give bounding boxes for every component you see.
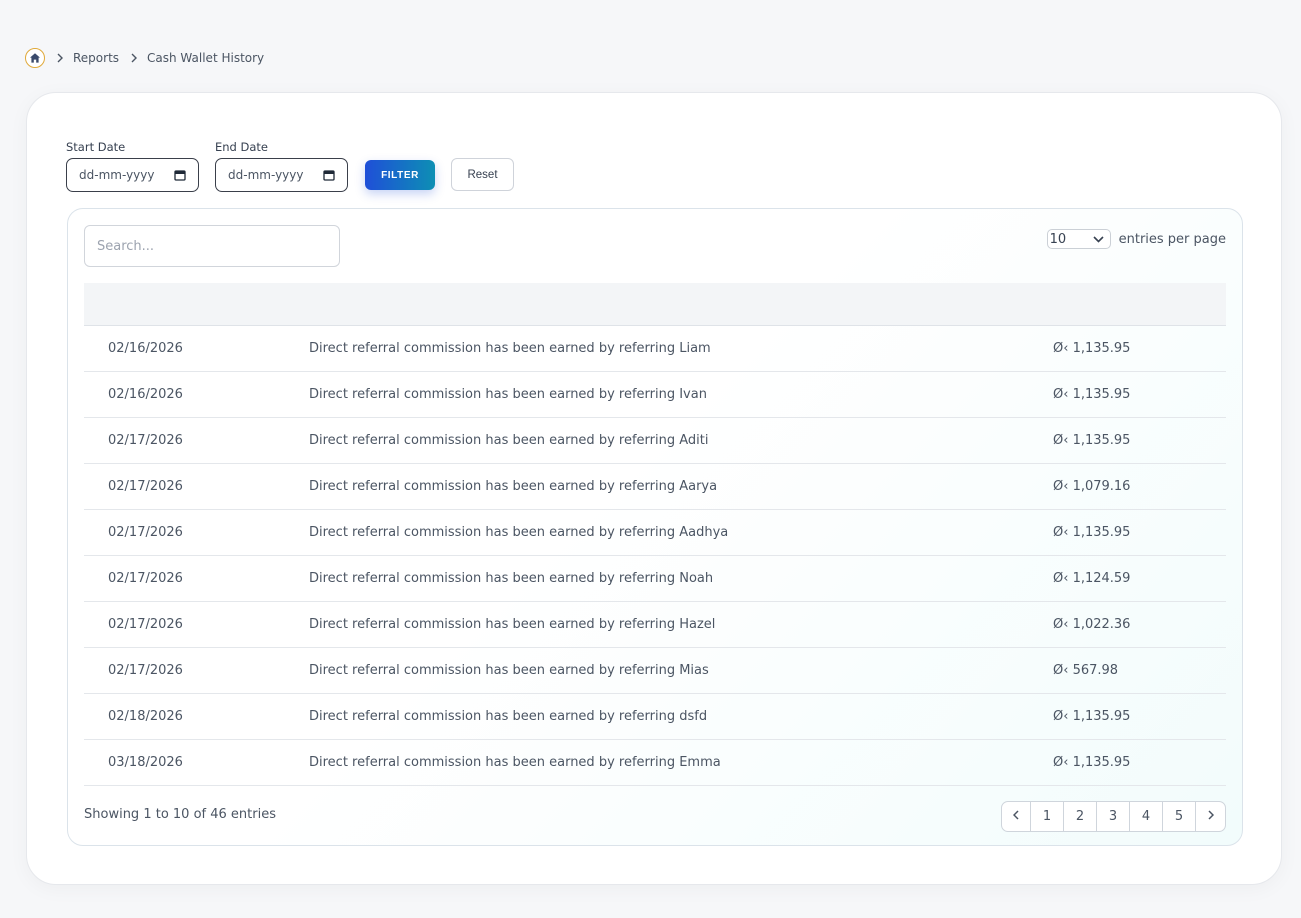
pagination-page-5[interactable]: 5 — [1163, 802, 1196, 831]
cell-amount: Ø‹ 1,135.95 — [1053, 709, 1131, 724]
cell-date: 02/16/2026 — [108, 387, 183, 402]
cell-description: Direct referral commission has been earn… — [309, 387, 707, 402]
page: Reports Cash Wallet History Start Date d… — [0, 0, 1301, 918]
breadcrumb-item-current: Cash Wallet History — [147, 51, 265, 65]
search-placeholder: Search... — [97, 238, 155, 254]
cell-date: 02/17/2026 — [108, 433, 183, 448]
filter-button[interactable]: FILTER — [365, 160, 435, 190]
cell-description: Direct referral commission has been earn… — [309, 709, 708, 724]
cell-date: 02/17/2026 — [108, 479, 183, 494]
cell-date: 03/18/2026 — [108, 755, 183, 770]
pagination-prev-button[interactable] — [1002, 802, 1031, 831]
chevron-right-icon — [129, 53, 139, 63]
pagination-page-4[interactable]: 4 — [1130, 802, 1163, 831]
cell-date: 02/17/2026 — [108, 663, 183, 678]
calendar-icon[interactable] — [323, 169, 335, 181]
cell-amount: Ø‹ 1,135.95 — [1053, 341, 1131, 356]
table-header — [84, 283, 1226, 326]
pagination-page-1[interactable]: 1 — [1031, 802, 1064, 831]
table-row: 02/17/2026 Direct referral commission ha… — [84, 648, 1226, 694]
start-date-label: Start Date — [66, 140, 126, 154]
cell-description: Direct referral commission has been earn… — [309, 663, 709, 678]
entries-per-page-select[interactable]: 10 — [1046, 229, 1111, 249]
cell-description: Direct referral commission has been earn… — [309, 433, 709, 448]
end-date-input[interactable]: dd-mm-yyyy — [215, 158, 348, 192]
cell-description: Direct referral commission has been earn… — [309, 479, 718, 494]
entries-per-page-value: 10 — [1049, 231, 1067, 247]
entries-per-page-label: entries per page — [1118, 231, 1226, 247]
chevron-down-icon — [1093, 232, 1104, 247]
chevron-right-icon — [55, 53, 65, 63]
cell-amount: Ø‹ 1,135.95 — [1053, 525, 1131, 540]
cell-date: 02/16/2026 — [108, 341, 183, 356]
chevron-left-icon — [1012, 809, 1019, 824]
table-row: 02/17/2026 Direct referral commission ha… — [84, 556, 1226, 602]
end-date-label: End Date — [215, 140, 268, 154]
pagination-page-2[interactable]: 2 — [1064, 802, 1097, 831]
showing-entries-text: Showing 1 to 10 of 46 entries — [84, 807, 276, 822]
cell-amount: Ø‹ 1,079.16 — [1053, 479, 1131, 494]
reset-button[interactable]: Reset — [451, 158, 514, 191]
cell-date: 02/17/2026 — [108, 525, 183, 540]
table-row: 02/17/2026 Direct referral commission ha… — [84, 418, 1226, 464]
cell-amount: Ø‹ 1,022.36 — [1053, 617, 1131, 632]
chevron-right-icon — [1207, 809, 1214, 824]
cell-description: Direct referral commission has been earn… — [309, 341, 711, 356]
pagination-next-button[interactable] — [1196, 802, 1225, 831]
pagination-page-3[interactable]: 3 — [1097, 802, 1130, 831]
cell-amount: Ø‹ 1,135.95 — [1053, 755, 1131, 770]
breadcrumb: Reports Cash Wallet History — [25, 48, 264, 68]
table-row: 02/18/2026 Direct referral commission ha… — [84, 694, 1226, 740]
cell-description: Direct referral commission has been earn… — [309, 617, 716, 632]
search-input[interactable]: Search... — [84, 225, 340, 267]
cell-amount: Ø‹ 1,124.59 — [1053, 571, 1131, 586]
calendar-icon[interactable] — [174, 169, 186, 181]
start-date-value: dd-mm-yyyy — [79, 168, 155, 182]
cell-description: Direct referral commission has been earn… — [309, 571, 714, 586]
table-row: 03/18/2026 Direct referral commission ha… — [84, 740, 1226, 786]
breadcrumb-item-reports[interactable]: Reports — [73, 51, 119, 65]
table-row: 02/17/2026 Direct referral commission ha… — [84, 464, 1226, 510]
main-card: Start Date dd-mm-yyyy End Date dd-mm-yyy… — [26, 92, 1282, 885]
end-date-value: dd-mm-yyyy — [228, 168, 304, 182]
cell-amount: Ø‹ 1,135.95 — [1053, 433, 1131, 448]
cell-date: 02/17/2026 — [108, 571, 183, 586]
table-body: 02/16/2026 Direct referral commission ha… — [84, 326, 1226, 786]
pagination: 1 2 3 4 5 — [1001, 801, 1226, 832]
start-date-group: Start Date dd-mm-yyyy — [66, 140, 199, 192]
table-row: 02/17/2026 Direct referral commission ha… — [84, 602, 1226, 648]
cell-amount: Ø‹ 1,135.95 — [1053, 387, 1131, 402]
table-row: 02/16/2026 Direct referral commission ha… — [84, 372, 1226, 418]
start-date-input[interactable]: dd-mm-yyyy — [66, 158, 199, 192]
cell-description: Direct referral commission has been earn… — [309, 525, 729, 540]
cell-amount: Ø‹ 567.98 — [1053, 663, 1119, 678]
cell-date: 02/18/2026 — [108, 709, 183, 724]
table-row: 02/16/2026 Direct referral commission ha… — [84, 326, 1226, 372]
entries-per-page: 10 entries per page — [1046, 229, 1226, 249]
home-icon[interactable] — [25, 48, 45, 68]
end-date-group: End Date dd-mm-yyyy — [215, 140, 348, 192]
table-row: 02/17/2026 Direct referral commission ha… — [84, 510, 1226, 556]
cell-date: 02/17/2026 — [108, 617, 183, 632]
table-container: Search... 10 entries per page 02/16/2026… — [67, 208, 1243, 846]
cell-description: Direct referral commission has been earn… — [309, 755, 721, 770]
